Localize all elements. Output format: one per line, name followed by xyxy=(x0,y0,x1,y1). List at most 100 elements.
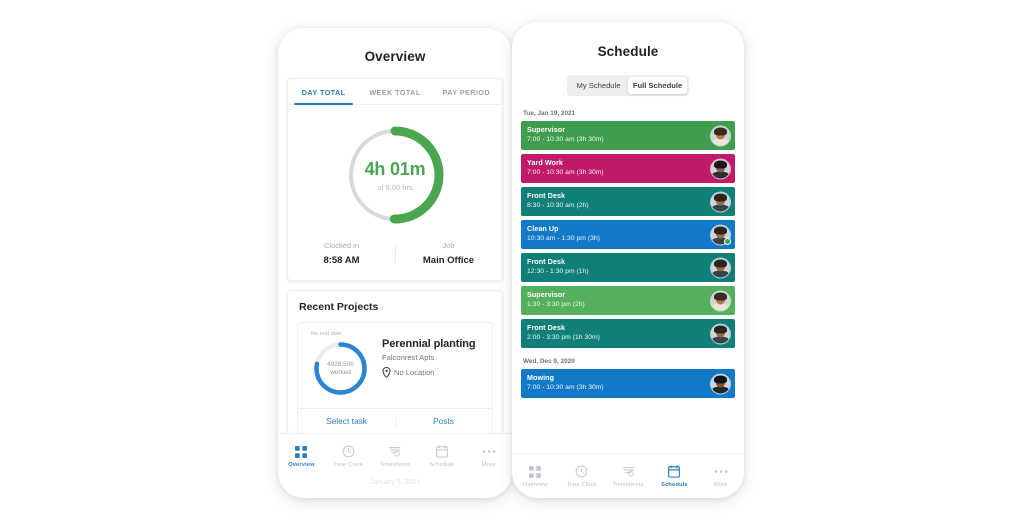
schedule-shift-row[interactable]: Supervisor 1:30 - 3:30 pm (2h) xyxy=(521,286,735,315)
screenshot-stage: Overview DAY TOTAL WEEK TOTAL PAY PERIOD xyxy=(0,0,1024,518)
donut-value: 4h 01m xyxy=(364,158,426,179)
nav-item-overview[interactable]: Overview xyxy=(278,444,325,468)
shift-name: Yard Work xyxy=(527,158,563,167)
ring-hours: 4928.50h xyxy=(327,360,354,368)
day-total-donut-wrap: 4h 01m of 8.00 hrs xyxy=(288,105,502,235)
nav-item-schedule[interactable]: Schedule xyxy=(418,444,465,468)
stat-label: Job xyxy=(442,241,455,250)
day-total-card: DAY TOTAL WEEK TOTAL PAY PERIOD 4h 01m o… xyxy=(287,78,503,281)
nav-item-schedule[interactable]: Schedule xyxy=(651,464,697,488)
tab-pay-period[interactable]: PAY PERIOD xyxy=(431,79,502,104)
nav-item-more[interactable]: More xyxy=(465,444,512,468)
shift-name: Supervisor xyxy=(527,290,566,299)
day-total-donut: 4h 01m of 8.00 hrs xyxy=(341,121,449,229)
project-body: No end date 4928.50h worked Perennial pl… xyxy=(298,323,492,408)
schedule-day-label: Wed, Dec 9, 2020 xyxy=(523,358,575,365)
stat-value: Main Office xyxy=(422,255,475,266)
ellipsis-icon xyxy=(698,464,744,479)
stat-value: 8:58 AM xyxy=(323,255,360,266)
nav-label: More xyxy=(481,462,496,468)
online-status-dot xyxy=(725,239,730,244)
posts-button[interactable]: Posts xyxy=(395,409,492,433)
shift-name: Front Desk xyxy=(527,323,566,332)
avatar xyxy=(711,159,730,178)
shift-time: 2:00 - 3:30 pm (1h 30m) xyxy=(527,334,600,341)
calendar-icon xyxy=(418,444,465,459)
nav-item-overview[interactable]: Overview xyxy=(512,464,558,488)
tab-week-total[interactable]: WEEK TOTAL xyxy=(359,79,430,104)
shift-name: Supervisor xyxy=(527,125,566,134)
nav-label: Timesheets xyxy=(612,482,644,488)
recent-projects-card: Recent Projects No end date 4928.50h wor… xyxy=(287,290,503,435)
overview-tabs: DAY TOTAL WEEK TOTAL PAY PERIOD xyxy=(288,79,502,105)
shift-name: Front Desk xyxy=(527,191,566,200)
ring-center-labels: 4928.50h worked xyxy=(311,339,370,398)
schedule-day-label: Tue, Jan 19, 2021 xyxy=(523,110,576,117)
shift-time: 8:30 - 10:30 am (2h) xyxy=(527,202,589,209)
schedule-shift-row[interactable]: Front Desk 8:30 - 10:30 am (2h) xyxy=(521,187,735,216)
nav-item-timesheets[interactable]: Timesheets xyxy=(372,444,419,468)
avatar xyxy=(711,126,730,145)
avatar xyxy=(711,192,730,211)
nav-item-time-clock[interactable]: Time Clock xyxy=(558,464,604,488)
overview-screen: Overview DAY TOTAL WEEK TOTAL PAY PERIOD xyxy=(278,28,512,498)
schedule-segmented-control: My Schedule Full Schedule xyxy=(567,75,689,96)
grid-icon xyxy=(512,464,558,479)
shift-time: 12:30 - 1:30 pm (1h) xyxy=(527,268,589,275)
schedule-screen: Schedule My Schedule Full Schedule Tue, … xyxy=(512,22,744,498)
project-item[interactable]: No end date 4928.50h worked Perennial pl… xyxy=(297,322,493,434)
schedule-shift-row[interactable]: Clean Up 10:30 am - 1:30 pm (3h) xyxy=(521,220,735,249)
ring-unit: worked xyxy=(330,368,351,376)
clock-icon xyxy=(325,444,372,459)
donut-center-labels: 4h 01m of 8.00 hrs xyxy=(341,121,449,229)
bottom-tabbar-schedule: Overview Time Clock Timesheets Schedule … xyxy=(512,453,744,498)
segment-full-schedule[interactable]: Full Schedule xyxy=(628,77,687,94)
avatar xyxy=(711,324,730,343)
avatar xyxy=(711,374,730,393)
phone-mockup-schedule: Schedule My Schedule Full Schedule Tue, … xyxy=(512,22,744,498)
nav-label: Schedule xyxy=(661,482,688,488)
project-client: Falconrest Apts xyxy=(382,353,435,362)
ellipsis-icon xyxy=(465,444,512,459)
phone-mockup-overview: Overview DAY TOTAL WEEK TOTAL PAY PERIOD xyxy=(278,28,512,498)
shift-time: 7:00 - 10:30 am (3h 30m) xyxy=(527,169,604,176)
nav-label: Time Clock xyxy=(333,462,364,468)
stat-label: Clocked in xyxy=(323,241,360,250)
segment-my-schedule[interactable]: My Schedule xyxy=(569,77,628,94)
nav-label: Overview xyxy=(522,482,548,488)
shift-name: Mowing xyxy=(527,373,555,382)
nav-label: Overview xyxy=(288,462,315,468)
shift-time: 7:00 - 10:30 am (3h 30m) xyxy=(527,136,604,143)
clocked-in-stats: Clocked in 8:58 AM Job Main Office xyxy=(288,235,502,280)
project-hours-ring: 4928.50h worked xyxy=(311,339,370,398)
project-location-row: No Location xyxy=(382,367,484,378)
nav-label: Schedule xyxy=(429,462,455,468)
project-actions: Select task Posts xyxy=(298,408,492,433)
schedule-shift-row[interactable]: Front Desk 12:30 - 1:30 pm (1h) xyxy=(521,253,735,282)
bottom-tabbar-overview: Overview Time Clock Timesheets Schedule … xyxy=(278,433,512,478)
donut-goal: of 8.00 hrs xyxy=(377,182,413,192)
shift-name: Clean Up xyxy=(527,224,559,233)
timesheet-icon xyxy=(605,464,651,479)
avatar xyxy=(711,291,730,310)
schedule-shift-row[interactable]: Supervisor 7:00 - 10:30 am (3h 30m) xyxy=(521,121,735,150)
avatar xyxy=(711,258,730,277)
grid-icon xyxy=(278,444,325,459)
recent-projects-heading: Recent Projects xyxy=(299,301,379,313)
cut-off-text: January 5, 2021 xyxy=(369,479,421,486)
select-task-button[interactable]: Select task xyxy=(298,409,395,433)
timesheet-icon xyxy=(372,444,419,459)
schedule-shift-row[interactable]: Yard Work 7:00 - 10:30 am (3h 30m) xyxy=(521,154,735,183)
nav-item-more[interactable]: More xyxy=(698,464,744,488)
schedule-list[interactable]: Tue, Jan 19, 2021 Supervisor 7:00 - 10:30 … xyxy=(512,110,744,398)
calendar-icon xyxy=(651,464,697,479)
schedule-shift-row[interactable]: Front Desk 2:00 - 3:30 pm (1h 30m) xyxy=(521,319,735,348)
stat-clocked-in: Clocked in 8:58 AM xyxy=(288,241,395,266)
project-name: Perennial planting xyxy=(382,338,476,350)
nav-label: More xyxy=(714,482,728,488)
tab-day-total[interactable]: DAY TOTAL xyxy=(288,79,359,105)
schedule-shift-row[interactable]: Mowing 7:00 - 10:30 am (3h 30m) xyxy=(521,369,735,398)
nav-item-timesheets[interactable]: Timesheets xyxy=(605,464,651,488)
nav-item-time-clock[interactable]: Time Clock xyxy=(325,444,372,468)
project-info-col: Perennial planting Falconrest Apts No Lo… xyxy=(382,331,484,398)
